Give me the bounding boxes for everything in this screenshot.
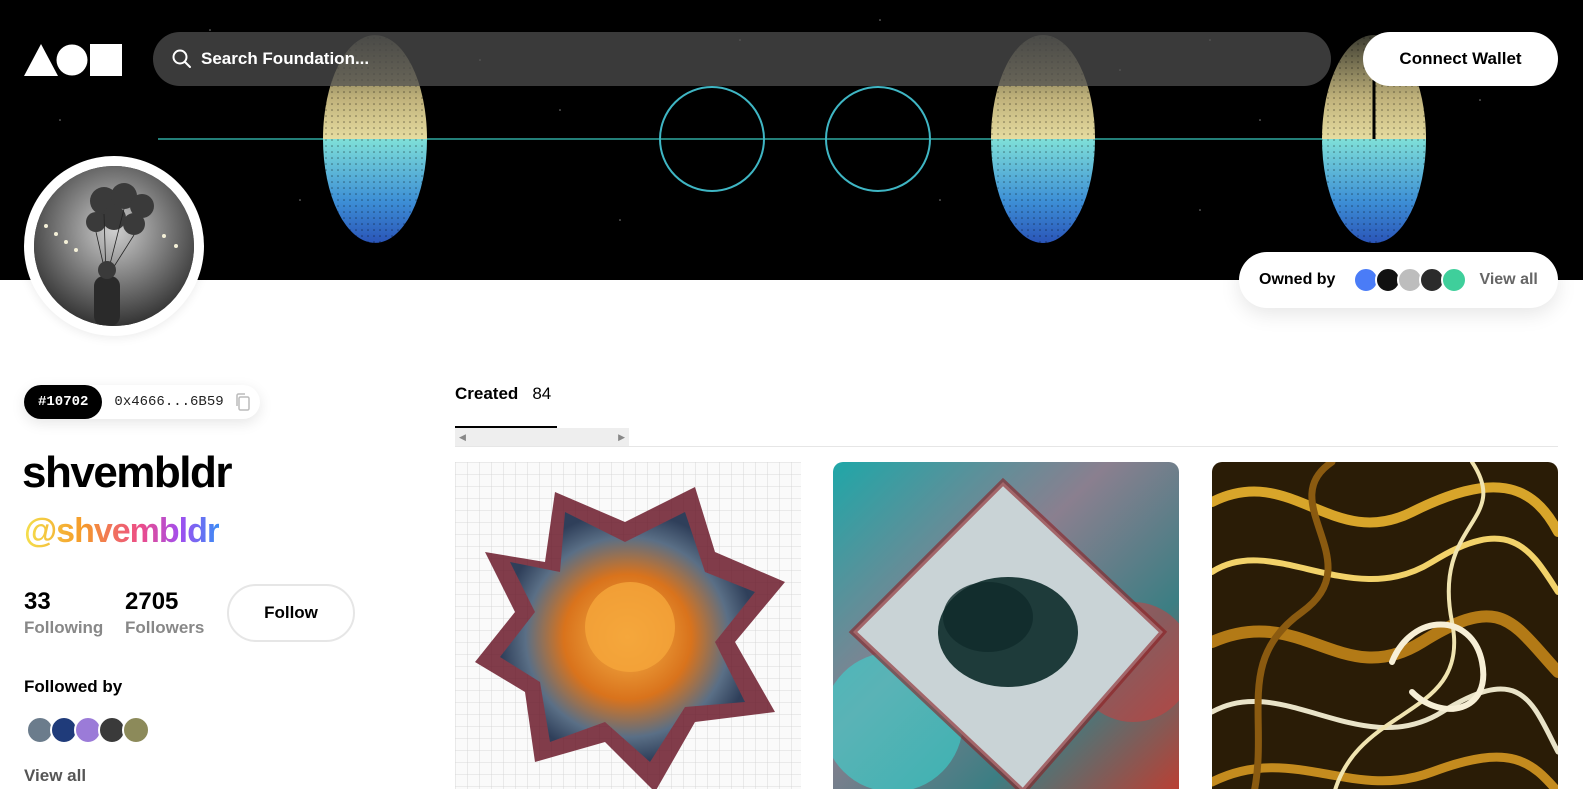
- follow-button[interactable]: Follow: [227, 584, 355, 642]
- tab-created-label: Created: [455, 384, 519, 403]
- followers-count: 2705: [125, 588, 179, 615]
- search-icon: [172, 49, 191, 68]
- tabs-scrollbar[interactable]: ◀ ▶: [455, 428, 629, 446]
- artwork-card[interactable]: [833, 462, 1179, 789]
- followers-stat[interactable]: 2705 Followers: [125, 588, 204, 638]
- artwork-image: [833, 462, 1179, 789]
- profile-handle: @shvembldr: [24, 512, 220, 550]
- followed-by-view-all-link[interactable]: View all: [24, 766, 86, 786]
- artwork-card[interactable]: [455, 462, 801, 789]
- owner-avatars[interactable]: [1353, 267, 1468, 293]
- artwork-image: [1212, 462, 1558, 789]
- tab-created[interactable]: Created 84: [455, 384, 551, 404]
- following-stat[interactable]: 33 Following: [24, 588, 103, 638]
- profile-display-name: shvembldr: [22, 448, 233, 497]
- tabs-divider: [455, 446, 1558, 447]
- following-label: Following: [24, 618, 104, 637]
- followers-label: Followers: [125, 618, 205, 637]
- profile-id-pill: #10702 0x4666...6B59: [24, 385, 260, 419]
- following-count: 33: [24, 588, 51, 615]
- scroll-right-icon[interactable]: ▶: [618, 432, 625, 443]
- connect-wallet-button[interactable]: Connect Wallet: [1363, 32, 1558, 86]
- tab-created-count: 84: [532, 384, 552, 403]
- owner-avatar[interactable]: [1441, 267, 1468, 293]
- artwork-image: [455, 462, 801, 789]
- owned-by-view-all-link[interactable]: View all: [1479, 271, 1537, 289]
- owned-by-panel: Owned by View all: [1239, 252, 1558, 308]
- search-bar[interactable]: [153, 32, 1331, 86]
- profile-avatar-frame: [24, 156, 204, 336]
- scroll-left-icon[interactable]: ◀: [459, 432, 466, 443]
- avatar-image: [34, 166, 194, 326]
- followed-by-avatars[interactable]: [26, 716, 150, 744]
- artwork-card[interactable]: [1212, 462, 1558, 789]
- copy-icon[interactable]: [234, 393, 250, 411]
- search-input[interactable]: [201, 49, 801, 69]
- wallet-address: 0x4666...6B59: [114, 394, 224, 410]
- foundation-logo[interactable]: [24, 44, 122, 76]
- followed-by-title: Followed by: [24, 677, 123, 696]
- profile-number-badge: #10702: [24, 385, 103, 419]
- avatar: [34, 166, 194, 326]
- owned-by-label: Owned by: [1259, 271, 1336, 288]
- follower-avatar[interactable]: [122, 716, 150, 744]
